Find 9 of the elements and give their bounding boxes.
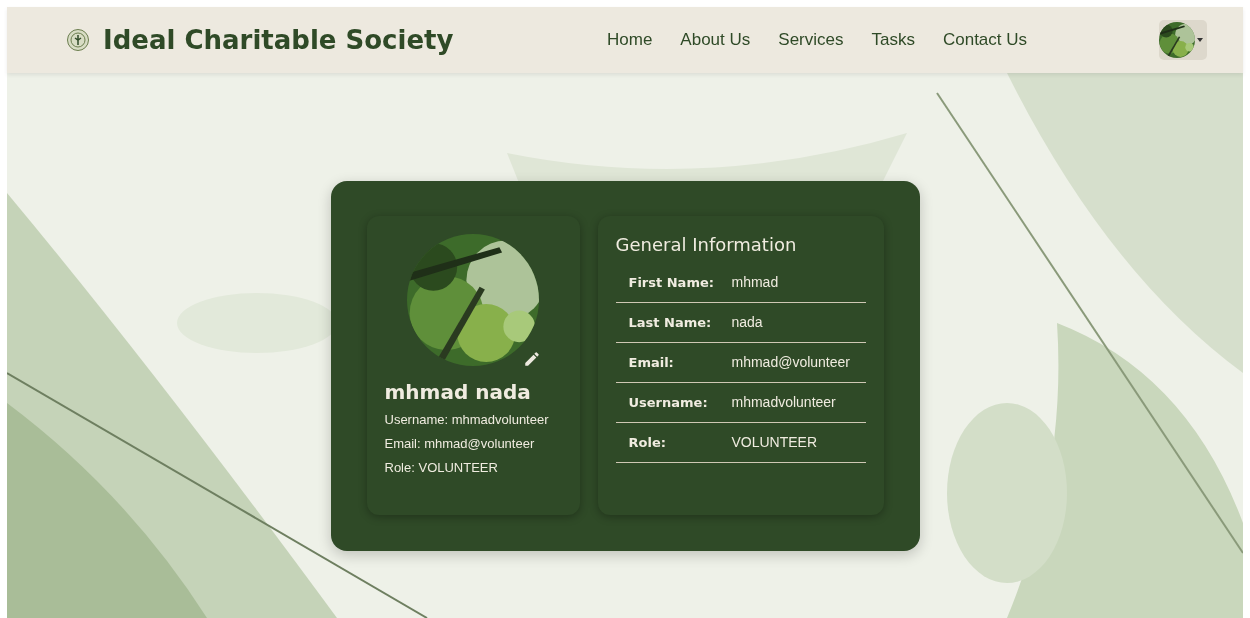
nav-link[interactable]: Services — [778, 30, 844, 50]
brand-name: Ideal Charitable Society — [103, 25, 454, 55]
nav-link[interactable]: About Us — [680, 30, 751, 50]
account-menu-button[interactable] — [1159, 20, 1207, 60]
logo-icon — [67, 29, 89, 51]
caret-icon — [1197, 38, 1203, 42]
nav-link[interactable]: Home — [607, 30, 653, 50]
nav-link[interactable]: Tasks — [871, 30, 915, 50]
nav-link[interactable]: Contact Us — [942, 30, 1028, 50]
